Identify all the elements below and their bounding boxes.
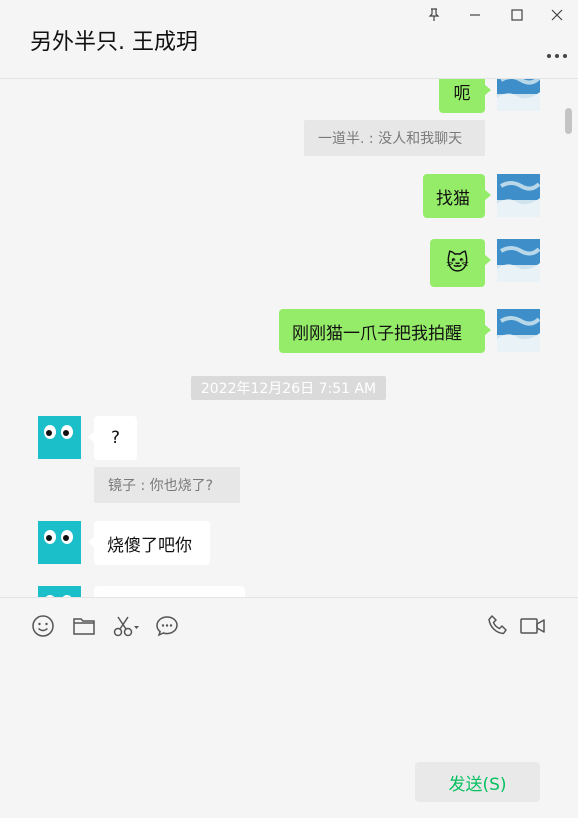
pin-icon[interactable] bbox=[426, 7, 442, 23]
video-icon[interactable] bbox=[520, 614, 546, 638]
chat-title: 另外半只. 王成玥 bbox=[30, 30, 198, 55]
send-button[interactable]: 发送(S) bbox=[415, 762, 540, 802]
message-bubble[interactable]: 找猫 bbox=[423, 174, 491, 218]
message-bubble[interactable]: 烧傻了吧你 bbox=[88, 521, 210, 565]
folder-icon[interactable] bbox=[72, 614, 96, 638]
message-text: 烧傻了吧你 bbox=[107, 535, 192, 556]
message-bubble[interactable]: 🐱 bbox=[430, 239, 491, 287]
message-list[interactable]: 呃 一道半. : 没人和我聊天 找猫 🐱 刚刚猫一爪子把我拍醒 2022年12月… bbox=[0, 79, 578, 597]
title-bar: 另外半只. 王成玥 bbox=[0, 0, 578, 79]
avatar[interactable] bbox=[497, 309, 540, 352]
emoji-icon[interactable] bbox=[31, 614, 55, 638]
avatar[interactable] bbox=[497, 174, 540, 217]
scissors-icon[interactable] bbox=[112, 614, 142, 638]
more-icon[interactable] bbox=[546, 44, 568, 58]
avatar[interactable] bbox=[38, 586, 81, 597]
quoted-message[interactable]: 镜子 : 你也烧了? bbox=[94, 467, 240, 503]
message-bubble[interactable]: 刚刚猫一爪子把我拍醒 bbox=[279, 309, 491, 353]
input-area[interactable]: 发送(S) bbox=[0, 597, 578, 818]
message-text: 找猫 bbox=[436, 188, 470, 209]
maximize-icon[interactable] bbox=[509, 7, 525, 23]
message-text: 刚刚猫一爪子把我拍醒 bbox=[292, 323, 462, 344]
minimize-icon[interactable] bbox=[467, 7, 483, 23]
avatar[interactable] bbox=[38, 416, 81, 459]
message-bubble[interactable]: ? bbox=[88, 416, 137, 460]
chat-history-icon[interactable] bbox=[155, 614, 179, 638]
quote-text: 一道半. : 没人和我聊天 bbox=[318, 131, 463, 147]
close-icon[interactable] bbox=[549, 7, 565, 23]
message-text: ? bbox=[110, 428, 121, 448]
message-bubble[interactable]: 呃 bbox=[439, 79, 491, 113]
avatar[interactable] bbox=[38, 521, 81, 564]
message-text: 呃 bbox=[453, 83, 471, 104]
timestamp: 2022年12月26日 7:51 AM bbox=[191, 376, 386, 400]
message-bubble[interactable] bbox=[94, 586, 245, 597]
avatar[interactable] bbox=[497, 79, 540, 111]
avatar[interactable] bbox=[497, 239, 540, 282]
phone-icon[interactable] bbox=[486, 614, 510, 638]
quoted-message[interactable]: 一道半. : 没人和我聊天 bbox=[304, 120, 485, 156]
scrollbar[interactable] bbox=[565, 108, 572, 134]
chat-window: 另外半只. 王成玥 呃 一道半.: 没人和我聊天 找猫 🐱 刚刚猫一爪子把我拍… bbox=[0, 0, 578, 818]
quote-text: 镜子 : 你也烧了? bbox=[108, 478, 214, 494]
cat-emoji-icon: 🐱 bbox=[446, 250, 469, 276]
